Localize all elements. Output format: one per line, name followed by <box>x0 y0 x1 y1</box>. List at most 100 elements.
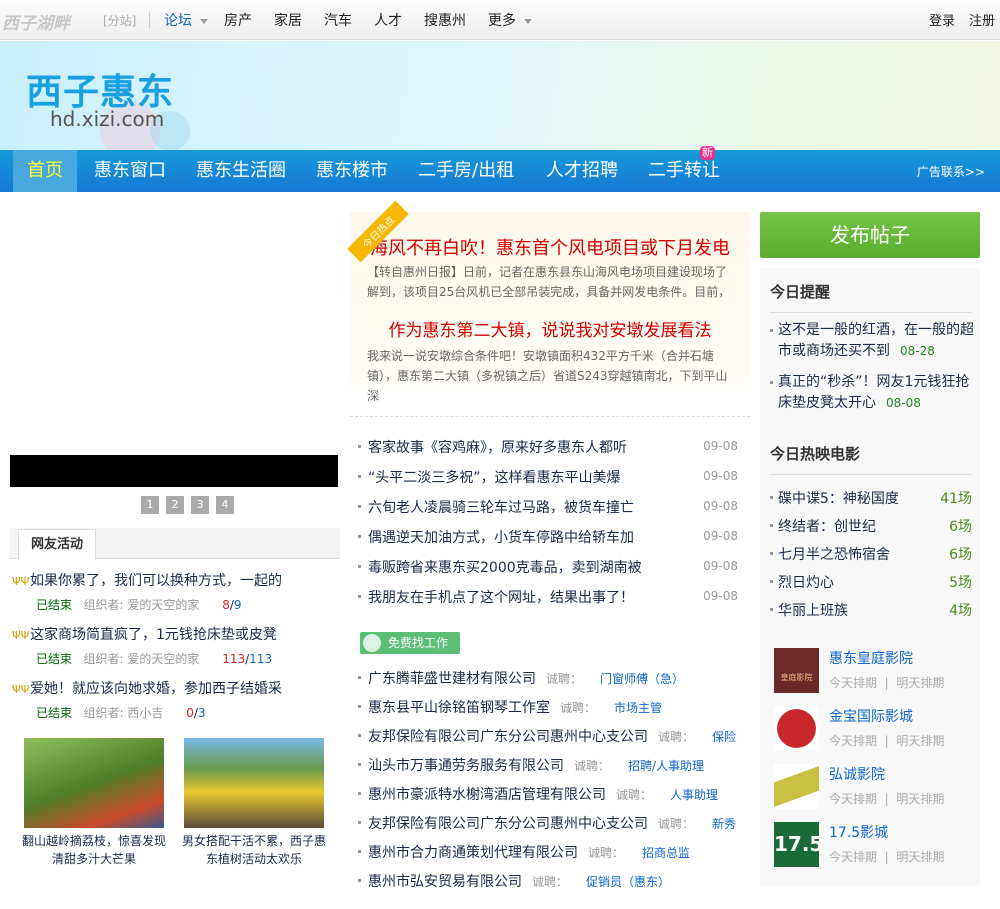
news-item[interactable]: “头平二淡三多祝”，这样看惠东平山美爆 09-08 <box>358 467 748 487</box>
movie-item[interactable]: 终结者：创世纪 6场 <box>770 516 972 536</box>
nav-jobs[interactable]: 人才招聘 <box>546 150 618 192</box>
job-item[interactable]: 友邦保险有限公司广东分公司惠州中心支公司 诚聘： 保险 <box>358 726 736 746</box>
job-position[interactable]: 促销员（惠东） <box>586 875 670 889</box>
ad-contact-link[interactable]: 广告联系>> <box>917 163 985 180</box>
movie-name[interactable]: 华丽上班族 <box>778 603 848 619</box>
job-position[interactable]: 招商总监 <box>642 846 690 860</box>
top-nav-house[interactable]: 房产 <box>224 10 252 30</box>
job-position[interactable]: 人事助理 <box>670 788 718 802</box>
slide-dot-3[interactable]: 3 <box>191 496 209 514</box>
job-company[interactable]: 惠州市豪派特水榭湾酒店管理有限公司 <box>368 787 606 803</box>
movie-item[interactable]: 七月半之恐怖宿舍 6场 <box>770 544 972 564</box>
job-company[interactable]: 惠州市合力商通策划代理有限公司 <box>368 845 578 861</box>
register-link[interactable]: 注册 <box>969 10 995 29</box>
job-item[interactable]: 汕头市万事通劳务服务有限公司 诚聘： 招聘/人事助理 <box>358 755 704 775</box>
tomorrow-schedule-link[interactable]: 明天排期 <box>896 676 944 690</box>
hot-headline[interactable]: 海风不再白吹！惠东首个风电项目或下月发电 <box>350 234 750 260</box>
reminder-item[interactable]: 真正的“秒杀”！网友1元钱狂抢床垫皮凳太开心 08-08 <box>770 372 975 414</box>
tomorrow-schedule-link[interactable]: 明天排期 <box>896 850 944 864</box>
photo-caption[interactable]: 男女搭配干活不累，西子惠东植树活动太欢乐 <box>179 832 329 868</box>
activity-item[interactable]: ΨΨ爱她！就应该向她求婚，参加西子结婚采 已结束 组织者: 西小吉 0/3 <box>12 678 282 721</box>
activity-title[interactable]: 爱她！就应该向她求婚，参加西子结婚采 <box>30 681 282 697</box>
slide-dot-2[interactable]: 2 <box>166 496 184 514</box>
nav-rental[interactable]: 二手房/出租 <box>418 150 514 192</box>
today-schedule-link[interactable]: 今天排期 <box>829 676 877 690</box>
job-item[interactable]: 惠东县平山徐铭笛钢琴工作室 诚聘： 市场主管 <box>358 697 662 717</box>
top-nav-home[interactable]: 家居 <box>274 10 302 30</box>
today-schedule-link[interactable]: 今天排期 <box>829 850 877 864</box>
top-nav-talent[interactable]: 人才 <box>374 10 402 30</box>
publish-post-button[interactable]: 发布帖子 <box>760 212 980 258</box>
top-nav-search[interactable]: 搜惠州 <box>424 10 466 30</box>
xizi-logo[interactable]: 西子湖畔 <box>2 9 70 34</box>
nav-home[interactable]: 首页 <box>13 150 77 192</box>
cinema-logo[interactable] <box>774 706 819 751</box>
slide-dot-1[interactable]: 1 <box>141 496 159 514</box>
news-item[interactable]: 六旬老人凌晨骑三轮车过马路，被货车撞亡 09-08 <box>358 497 748 517</box>
tomorrow-schedule-link[interactable]: 明天排期 <box>896 792 944 806</box>
job-item[interactable]: 惠州市豪派特水榭湾酒店管理有限公司 诚聘： 人事助理 <box>358 784 718 804</box>
job-position[interactable]: 招聘/人事助理 <box>628 759 704 773</box>
movie-item[interactable]: 碟中谍5：神秘国度 41场 <box>770 488 972 508</box>
activity-photo[interactable] <box>184 738 324 828</box>
job-company[interactable]: 汕头市万事通劳务服务有限公司 <box>368 758 564 774</box>
job-company[interactable]: 惠州市弘安贸易有限公司 <box>368 874 522 890</box>
today-schedule-link[interactable]: 今天排期 <box>829 734 877 748</box>
job-item[interactable]: 惠州市弘安贸易有限公司 诚聘： 促销员（惠东） <box>358 871 670 891</box>
news-item[interactable]: 偶遇逆天加油方式，小货车停路中给轿车加 09-08 <box>358 527 748 547</box>
activity-photo[interactable] <box>24 738 164 828</box>
top-nav-forum[interactable]: 论坛 <box>164 10 208 30</box>
cinema-logo[interactable]: 17.5 <box>774 822 819 867</box>
job-item[interactable]: 广东腾菲盛世建材有限公司 诚聘： 门窗师傅（急） <box>358 668 684 688</box>
job-company[interactable]: 友邦保险有限公司广东分公司惠州中心支公司 <box>368 816 648 832</box>
news-title[interactable]: 客家故事《容鸡麻》，原来好多惠东人都听 <box>368 440 627 456</box>
job-item[interactable]: 惠州市合力商通策划代理有限公司 诚聘： 招商总监 <box>358 842 690 862</box>
activity-item[interactable]: ΨΨ如果你累了，我们可以换种方式，一起的 已结束 组织者: 爱的天空的家 8/9 <box>12 570 282 613</box>
reminder-text[interactable]: 这不是一般的红酒，在一般的超市或商场还买不到 <box>778 322 974 359</box>
hot-headline[interactable]: 作为惠东第二大镇，说说我对安墩发展看法 <box>350 316 750 341</box>
job-position[interactable]: 新秀 <box>712 817 736 831</box>
activity-item[interactable]: ΨΨ这家商场简直疯了，1元钱抢床垫或皮凳 已结束 组织者: 爱的天空的家 113… <box>12 624 277 667</box>
login-link[interactable]: 登录 <box>929 10 955 29</box>
top-nav-more[interactable]: 更多 <box>488 10 532 30</box>
slide-dot-4[interactable]: 4 <box>216 496 234 514</box>
reminder-item[interactable]: 这不是一般的红酒，在一般的超市或商场还买不到 08-28 <box>770 320 975 362</box>
tab-activities[interactable]: 网友活动 <box>18 529 96 560</box>
job-position[interactable]: 市场主管 <box>614 701 662 715</box>
movie-name[interactable]: 终结者：创世纪 <box>778 519 876 535</box>
cinema-logo[interactable]: 皇庭影院 <box>774 648 819 693</box>
job-company[interactable]: 广东腾菲盛世建材有限公司 <box>368 671 536 687</box>
cinema-name[interactable]: 17.5影城 <box>829 822 888 842</box>
tomorrow-schedule-link[interactable]: 明天排期 <box>896 734 944 748</box>
job-position[interactable]: 门窗师傅（急） <box>600 672 684 686</box>
free-job-search-button[interactable]: 免费找工作 <box>360 632 460 654</box>
news-title[interactable]: 毒贩跨省来惠东买2000克毒品，卖到湖南被 <box>368 560 642 576</box>
cinema-name[interactable]: 惠东皇庭影院 <box>829 648 913 668</box>
news-item[interactable]: 客家故事《容鸡麻》，原来好多惠东人都听 09-08 <box>358 437 748 457</box>
job-item[interactable]: 友邦保险有限公司广东分公司惠州中心支公司 诚聘： 新秀 <box>358 813 736 833</box>
nav-huidong-window[interactable]: 惠东窗口 <box>94 150 166 192</box>
movie-name[interactable]: 烈日灼心 <box>778 575 834 591</box>
movie-item[interactable]: 华丽上班族 4场 <box>770 600 972 620</box>
news-item[interactable]: 毒贩跨省来惠东买2000克毒品，卖到湖南被 09-08 <box>358 557 748 577</box>
nav-property[interactable]: 惠东楼市 <box>316 150 388 192</box>
cinema-name[interactable]: 金宝国际影城 <box>829 706 913 726</box>
news-title[interactable]: 偶遇逆天加油方式，小货车停路中给轿车加 <box>368 530 634 546</box>
movie-name[interactable]: 七月半之恐怖宿舍 <box>778 547 890 563</box>
nav-life[interactable]: 惠东生活圈 <box>196 150 286 192</box>
news-title[interactable]: 我朋友在手机点了这个网址，结果出事了！ <box>368 590 634 606</box>
today-schedule-link[interactable]: 今天排期 <box>829 792 877 806</box>
news-item[interactable]: 我朋友在手机点了这个网址，结果出事了！ 09-08 <box>358 587 748 607</box>
job-position[interactable]: 保险 <box>712 730 736 744</box>
movie-name[interactable]: 碟中谍5：神秘国度 <box>778 491 899 507</box>
reminder-text[interactable]: 真正的“秒杀”！网友1元钱狂抢床垫皮凳太开心 <box>778 374 969 411</box>
top-nav-auto[interactable]: 汽车 <box>324 10 352 30</box>
news-title[interactable]: 六旬老人凌晨骑三轮车过马路，被货车撞亡 <box>368 500 634 516</box>
job-company[interactable]: 友邦保险有限公司广东分公司惠州中心支公司 <box>368 729 648 745</box>
news-title[interactable]: “头平二淡三多祝”，这样看惠东平山美爆 <box>368 470 621 486</box>
activity-title[interactable]: 这家商场简直疯了，1元钱抢床垫或皮凳 <box>30 627 277 643</box>
cinema-logo[interactable] <box>774 764 819 809</box>
photo-caption[interactable]: 翻山越岭摘荔枝，惊喜发现清甜多汁大芒果 <box>19 832 169 868</box>
cinema-name[interactable]: 弘诚影院 <box>829 764 885 784</box>
activity-title[interactable]: 如果你累了，我们可以换种方式，一起的 <box>30 573 282 589</box>
